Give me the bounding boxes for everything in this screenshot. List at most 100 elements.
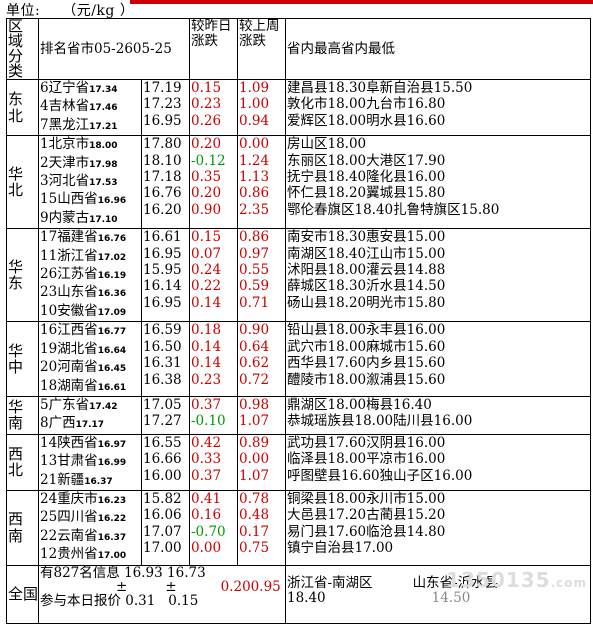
daily-change-line: 0.20 (191, 185, 236, 201)
prev-price: 16.77 (97, 327, 127, 338)
prev-price: 16.23 (97, 495, 127, 506)
table-header: 区域 分类 排名省市05-2605-25 较昨日 涨跌 较上周 涨跌 省内最高省… (6, 18, 591, 80)
header-rank-market: 排名省市05-2605-25 (38, 18, 190, 80)
region-group-row: 西北 14陕西省16.97 13甘肃省16.99 21新疆16.37 16.55 16.6… (6, 433, 591, 491)
lowest-area: 扎鲁特旗区15.80 (393, 201, 500, 218)
weekly-change-value: 0.97 (239, 245, 270, 262)
daily-change-value: 0.20 (191, 136, 222, 153)
price-line: 16.95 (143, 246, 188, 262)
weekly-change-line: 0.55 (239, 262, 284, 278)
region-group-row: 华南 5广东省17.42 8广西17.17 17.05 17.27 0.37 -0.10 0.… (6, 395, 591, 435)
rank: 20 (40, 359, 58, 376)
prev-price: 16.64 (97, 345, 127, 356)
weekly-change-line: 0.71 (239, 295, 284, 311)
weekly-change-value: 0.71 (239, 294, 270, 311)
province-line: 17福建省16.76 (40, 230, 140, 248)
price-line: 17.05 (143, 397, 188, 413)
rank: 22 (40, 527, 58, 544)
daily-change-line: 0.20 (191, 136, 236, 153)
province-name: 湖南省 (57, 377, 98, 394)
daily-change-line: 0.37 (191, 397, 236, 413)
price-value: 18.10 (143, 152, 182, 169)
price-value: 16.38 (143, 371, 182, 388)
daily-change-value: 0.41 (191, 490, 222, 507)
province-line: 7黑龙江17.21 (40, 117, 140, 135)
price-line: 17.27 (143, 413, 188, 429)
national-label: 全国均 (6, 564, 39, 624)
daily-change-line: 0.14 (191, 339, 236, 355)
highest-area: 敦化市18.00 (287, 96, 367, 113)
weekly-change-line: 1.24 (239, 153, 284, 169)
highest-area: 爱辉区18.00 (287, 112, 367, 129)
price-value: 17.27 (143, 413, 182, 430)
weekly-change-line: 0.00 (239, 137, 284, 153)
province-line: 13甘肃省16.99 (40, 453, 140, 471)
lowest-area: 沂水县14.50 (366, 278, 446, 295)
high-low-cell: 房山区18.00 东丽区18.00大港区17.90 抚宁县18.40隆化县16.00… (285, 135, 591, 230)
price-value: 16.55 (143, 434, 182, 451)
weekly-change-cell: 1.09 1.00 0.94 (237, 78, 286, 137)
weekly-change-value: 0.89 (239, 434, 270, 451)
weekly-change-value: 1.07 (239, 413, 270, 430)
weekly-change-cell: 0.00 1.24 1.13 0.86 2.35 (237, 135, 286, 230)
price-line: 17.00 (143, 540, 188, 556)
prev-price: 17.98 (89, 159, 118, 170)
region-label: 西北 (6, 433, 39, 491)
province-cell: 5广东省17.42 8广西17.17 (38, 395, 142, 435)
high-low-line: 抚宁县18.40隆化县16.00 (287, 169, 589, 185)
lowest-area: 大港区17.90 (366, 152, 446, 169)
lowest-area: 内乡县15.60 (366, 355, 446, 372)
province-name: 吉林省 (48, 98, 90, 115)
national-line1: 有827名信息 16.93 16.73 (40, 566, 284, 580)
daily-change-value: 0.37 (191, 467, 222, 484)
lowest-area: 明水县16.60 (366, 112, 446, 129)
weekly-change-line: 0.86 (239, 185, 284, 201)
daily-change-line: -0.10 (191, 413, 236, 429)
prev-price: 16.97 (97, 439, 127, 450)
weekly-change-line: 0.75 (239, 540, 284, 556)
prev-price: 17.21 (89, 121, 118, 132)
national-info-cell: 有827名信息 16.93 16.73 ± ±0.200.95 参与本日报价 0.31… (38, 564, 286, 624)
province-name: 黑龙江 (48, 116, 90, 133)
price-line: 16.31 (143, 355, 188, 371)
lowest-area: 陆川县16.00 (393, 413, 473, 430)
price-line: 16.76 (143, 185, 188, 201)
weekly-change-value: 0.94 (239, 112, 270, 129)
high-low-line: 武功县17.60汉阴县16.00 (287, 435, 589, 451)
daily-change-line: 0.14 (191, 295, 236, 311)
rank: 23 (40, 284, 58, 301)
price-value: 15.82 (143, 490, 182, 507)
weekly-change-line: 0.17 (239, 524, 284, 540)
price-value: 16.95 (143, 112, 182, 129)
high-low-line: 临泽县18.00平凉市16.00 (287, 451, 589, 467)
weekly-change-value: 0.64 (239, 338, 270, 355)
province-name: 河南省 (57, 359, 98, 376)
national-line2: ± ±0.200.95 (40, 580, 284, 594)
province-line: 6辽宁省17.34 (40, 81, 140, 99)
daily-change-cell: 0.37 -0.10 (189, 395, 238, 435)
daily-change-cell: 0.20 -0.12 0.35 0.20 0.90 (189, 135, 238, 230)
weekly-change-value: 1.13 (239, 169, 270, 186)
daily-change-value: 0.14 (191, 294, 222, 311)
daily-change-cell: 0.41 0.16 -0.70 0.00 (189, 489, 238, 566)
weekly-change-value: 1.07 (239, 467, 270, 484)
price-line: 16.66 (143, 451, 188, 467)
province-name: 贵州省 (57, 546, 98, 563)
daily-change-value: 0.00 (191, 540, 222, 557)
highest-area: 铅山县18.00 (287, 322, 367, 339)
weekly-change-line: 0.98 (239, 397, 284, 413)
price-line: 17.80 (143, 137, 188, 153)
rank: 8 (40, 415, 49, 432)
highest-area: 东丽区18.00 (287, 152, 367, 169)
weekly-pm-values: 0.200.95 (220, 578, 281, 595)
unit-value: （元/kg ） (62, 3, 135, 19)
high-low-line: 恭城瑶族县18.00陆川县16.00 (287, 413, 589, 429)
daily-change-value: -0.10 (191, 413, 226, 430)
weekly-change-value: 0.86 (239, 229, 270, 246)
rank: 13 (40, 453, 58, 470)
daily-change-line: 0.18 (191, 323, 236, 339)
daily-change-value: 0.90 (191, 201, 222, 218)
daily-change-line: 0.42 (191, 435, 236, 451)
rank: 14 (40, 434, 58, 451)
high-low-line: 呼图壁县16.60独山子区16.00 (287, 468, 589, 484)
